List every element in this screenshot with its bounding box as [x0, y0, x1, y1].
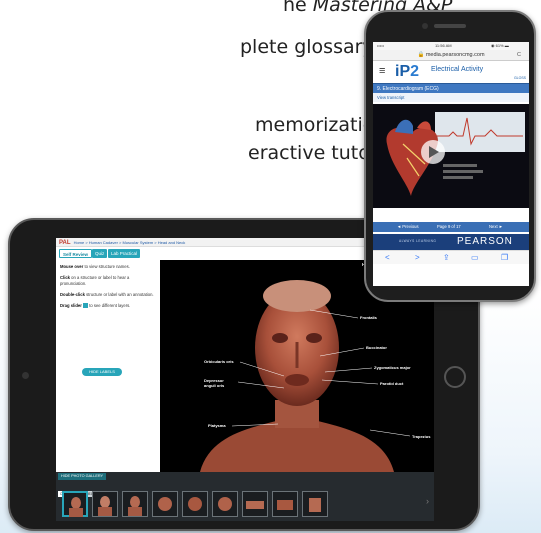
instruction-click: Click on a structure or label to hear a …	[60, 275, 130, 286]
forward-icon[interactable]: >	[415, 251, 420, 265]
tab-self-review[interactable]: Self Review	[59, 249, 93, 258]
iphone-speaker	[434, 24, 466, 28]
url-text: media.pearsoncmg.com	[425, 52, 485, 58]
iphone-status-bar: ••••• 11:56 AM ◉ 61% ▬	[373, 42, 529, 50]
ip2-page-title: Electrical Activity	[431, 66, 484, 73]
bookmarks-icon[interactable]: ▭	[471, 251, 479, 265]
gallery-thumb[interactable]	[152, 491, 178, 517]
previous-button[interactable]: ◄ Previous	[397, 222, 419, 232]
page-navigation: ◄ Previous Page 9 of 17 Next ►	[373, 222, 529, 232]
instruction-drag-slider: Drag slider to see different layers.	[60, 303, 131, 309]
back-icon[interactable]: <	[385, 251, 390, 265]
bg-text-line1-pre: he	[283, 0, 313, 16]
ip2-header: ≡ iP2 Electrical Activity GLOSS	[373, 61, 529, 83]
ipad-home-button[interactable]	[444, 366, 466, 388]
pal-logo[interactable]: PAL	[59, 240, 71, 246]
view-transcript-link[interactable]: View transcript	[373, 93, 529, 102]
gallery-thumb[interactable]	[122, 491, 148, 517]
always-learning-tagline: ALWAYS LEARNING	[399, 239, 437, 243]
pearson-footer: ALWAYS LEARNING PEARSON	[373, 234, 529, 250]
label-zygomaticus-major[interactable]: Zygomaticus major	[374, 365, 411, 370]
ipad-camera	[22, 372, 29, 379]
gallery-thumbnails	[62, 491, 422, 519]
label-depressor-anguli-oris[interactable]: Depressor anguli oris	[204, 378, 236, 388]
gallery-next-arrow-icon[interactable]: ›	[426, 494, 432, 508]
tabs-icon[interactable]: ❐	[501, 251, 508, 265]
instruction-double-click: Double-click structure or label with an …	[60, 292, 154, 297]
hide-labels-button[interactable]: HIDE LABELS	[82, 368, 122, 376]
hamburger-menu-icon[interactable]: ≡	[379, 66, 385, 77]
gallery-thumb[interactable]	[92, 491, 118, 517]
tab-lab-practical[interactable]: Lab Practical	[108, 249, 141, 258]
gallery-thumb[interactable]	[62, 491, 88, 517]
next-button[interactable]: Next ►	[489, 222, 503, 232]
photo-gallery: HIDE PHOTO GALLERY ORIENTATIONHEADNECK ›	[56, 472, 434, 521]
iphone-camera	[422, 23, 428, 29]
tab-quiz[interactable]: Quiz	[92, 249, 108, 258]
gallery-tabs: ORIENTATIONHEADNECK	[58, 482, 112, 497]
pal-breadcrumb[interactable]: Home > Human Cadaver > Muscular System >…	[74, 240, 186, 245]
label-buccinator[interactable]: Buccinator	[366, 345, 387, 350]
gallery-thumb[interactable]	[212, 491, 238, 517]
url-bar[interactable]: 🔒 media.pearsoncmg.com C	[373, 50, 529, 61]
ecg-heart-illustration	[373, 104, 529, 208]
gallery-thumb[interactable]	[182, 491, 208, 517]
label-trapezius[interactable]: Trapezius	[412, 434, 430, 439]
pal-instructions-panel: Mouse over to view structure names. Clic…	[56, 260, 160, 472]
gloss-link[interactable]: GLOSS	[514, 76, 526, 80]
gallery-thumb[interactable]	[302, 491, 328, 517]
safari-toolbar: < > ⇪ ▭ ❐	[373, 250, 529, 264]
gallery-thumb[interactable]	[272, 491, 298, 517]
status-carrier: •••••	[377, 43, 385, 48]
share-icon[interactable]: ⇪	[443, 251, 450, 265]
label-platysma[interactable]: Platysma	[208, 423, 226, 428]
reload-icon[interactable]: C	[517, 50, 521, 61]
instruction-mouse-over: Mouse over to view structure names.	[60, 264, 130, 269]
ecg-animation-player[interactable]	[373, 104, 529, 208]
iphone-screen: ••••• 11:56 AM ◉ 61% ▬ 🔒 media.pearsoncm…	[373, 42, 529, 286]
label-parotid-duct[interactable]: Parotid duct	[380, 381, 403, 386]
label-orbicularis-oris[interactable]: Orbicularis oris	[204, 359, 234, 364]
url-lock-icon: 🔒	[417, 52, 425, 58]
pearson-logo: PEARSON	[457, 236, 513, 247]
status-battery: ◉ 61% ▬	[491, 43, 509, 48]
page-indicator: Page 9 of 17	[437, 224, 461, 229]
iphone-device: ••••• 11:56 AM ◉ 61% ▬ 🔒 media.pearsoncm…	[364, 10, 536, 302]
label-frontalis[interactable]: Frontalis	[360, 315, 377, 320]
ip2-logo: iP2	[395, 63, 420, 80]
gallery-thumb[interactable]	[242, 491, 268, 517]
hide-photo-gallery-button[interactable]: HIDE PHOTO GALLERY	[58, 473, 107, 480]
section-title: 9. Electrocardiogram (ECG)	[373, 83, 529, 93]
status-time: 11:56 AM	[435, 43, 452, 48]
